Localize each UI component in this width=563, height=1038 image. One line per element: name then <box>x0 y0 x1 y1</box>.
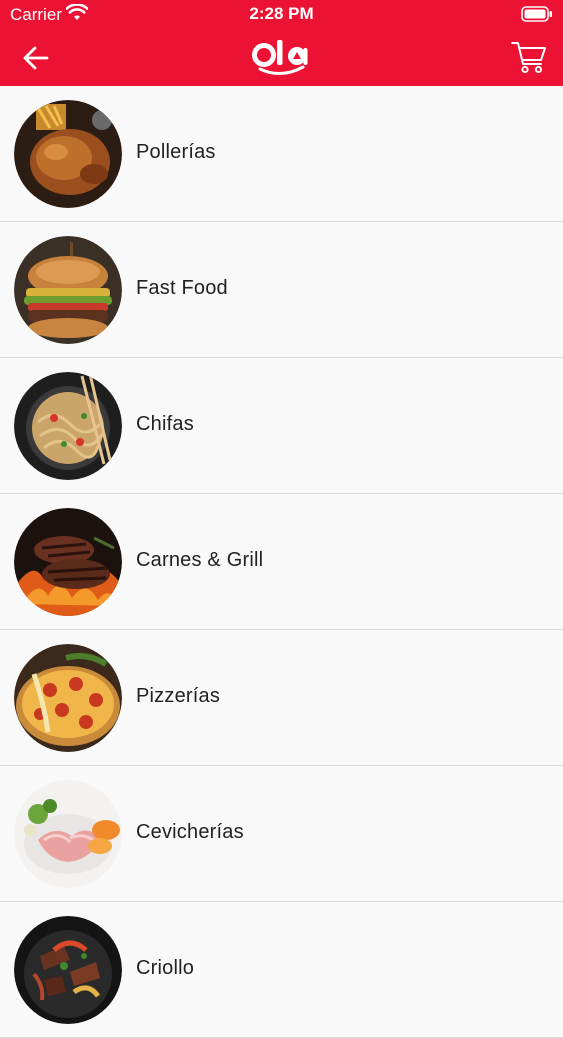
category-list: Pollerías Fast Food Chifas Carnes & Gril… <box>0 86 563 1038</box>
status-bar: Carrier 2:28 PM <box>0 0 563 30</box>
category-label: Cevicherías <box>136 821 244 843</box>
category-item-fast-food[interactable]: Fast Food <box>0 222 563 358</box>
status-time: 2:28 PM <box>249 4 314 23</box>
ola-logo <box>251 35 313 77</box>
category-label: Fast Food <box>136 277 228 299</box>
noodles-image <box>14 372 122 480</box>
cart-button[interactable] <box>507 36 551 78</box>
category-label: Chifas <box>136 413 194 435</box>
pizza-image <box>14 644 122 752</box>
battery-icon <box>521 6 553 27</box>
lomo-saltado-image <box>14 916 122 1024</box>
category-label: Criollo <box>136 957 195 979</box>
category-item-chifas[interactable]: Chifas <box>0 358 563 494</box>
back-button[interactable] <box>14 38 58 78</box>
category-label: Pollerías <box>136 141 216 163</box>
category-label: Pizzerías <box>136 685 221 707</box>
category-item-carnes-grill[interactable]: Carnes & Grill <box>0 494 563 630</box>
category-item-pollerias[interactable]: Pollerías <box>0 86 563 222</box>
category-item-cevicherias[interactable]: Cevicherías <box>0 766 563 902</box>
category-item-pizzerias[interactable]: Pizzerías <box>0 630 563 766</box>
grilled-steak-image <box>14 508 122 616</box>
category-label: Carnes & Grill <box>136 549 264 571</box>
app-header: Carrier 2:28 PM <box>0 0 563 86</box>
burger-image <box>14 236 122 344</box>
ceviche-image <box>14 780 122 888</box>
category-item-criollo[interactable]: Criollo <box>0 902 563 1038</box>
arrow-left-icon <box>23 46 49 70</box>
shopping-cart-icon <box>511 42 546 74</box>
roast-chicken-image <box>14 100 122 208</box>
